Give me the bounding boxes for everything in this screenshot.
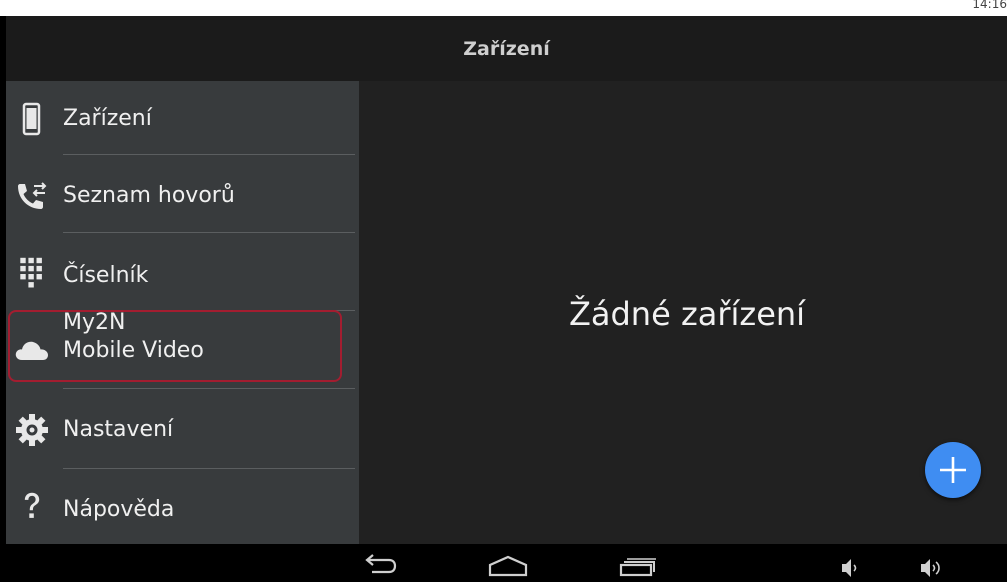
status-bar: 14:16 bbox=[0, 0, 1007, 16]
volume-up-icon[interactable] bbox=[914, 544, 948, 582]
drawer-item-label: Nastavení bbox=[63, 417, 174, 442]
drawer-item-help[interactable]: Nápověda bbox=[6, 472, 359, 548]
empty-state-message: Žádné zařízení bbox=[568, 295, 806, 333]
recents-icon[interactable] bbox=[612, 544, 660, 582]
volume-down-icon[interactable] bbox=[834, 544, 864, 582]
navigation-drawer: Zařízení Seznam hovorů Číselník My2N Mob… bbox=[6, 81, 359, 544]
drawer-item-settings[interactable]: Nastavení bbox=[6, 392, 359, 468]
page-title: Zařízení bbox=[463, 38, 550, 60]
app-window: Zařízení Zařízení Seznam hovorů Číselník… bbox=[6, 16, 1007, 544]
drawer-item-devices[interactable]: Zařízení bbox=[6, 81, 359, 157]
divider bbox=[63, 154, 355, 155]
content-area: Žádné zařízení bbox=[359, 81, 1007, 544]
plus-icon bbox=[940, 457, 966, 483]
divider bbox=[63, 232, 355, 233]
call-log-icon bbox=[18, 182, 47, 209]
drawer-item-label: Číselník bbox=[63, 263, 149, 288]
drawer-item-call-log[interactable]: Seznam hovorů bbox=[6, 158, 359, 234]
add-device-button[interactable] bbox=[925, 442, 981, 498]
app-bar: Zařízení bbox=[6, 16, 1007, 81]
gear-icon bbox=[16, 414, 48, 446]
help-icon bbox=[24, 492, 40, 518]
smartphone-icon bbox=[22, 102, 41, 136]
status-time: 14:16 bbox=[972, 0, 1007, 11]
divider bbox=[63, 388, 355, 389]
drawer-item-label: Seznam hovorů bbox=[63, 183, 235, 208]
divider bbox=[63, 468, 355, 469]
highlight-frame bbox=[8, 310, 342, 382]
back-icon[interactable] bbox=[356, 544, 404, 582]
screen: 14:16 Zařízení Zařízení Seznam hovorů Čí… bbox=[0, 0, 1007, 582]
drawer-item-dialpad[interactable]: Číselník bbox=[6, 236, 359, 312]
dialpad-icon bbox=[20, 257, 42, 288]
drawer-item-label: Zařízení bbox=[63, 106, 152, 131]
system-nav-bar bbox=[0, 544, 1007, 582]
home-icon[interactable] bbox=[484, 544, 532, 582]
drawer-item-label: Nápověda bbox=[63, 497, 175, 522]
